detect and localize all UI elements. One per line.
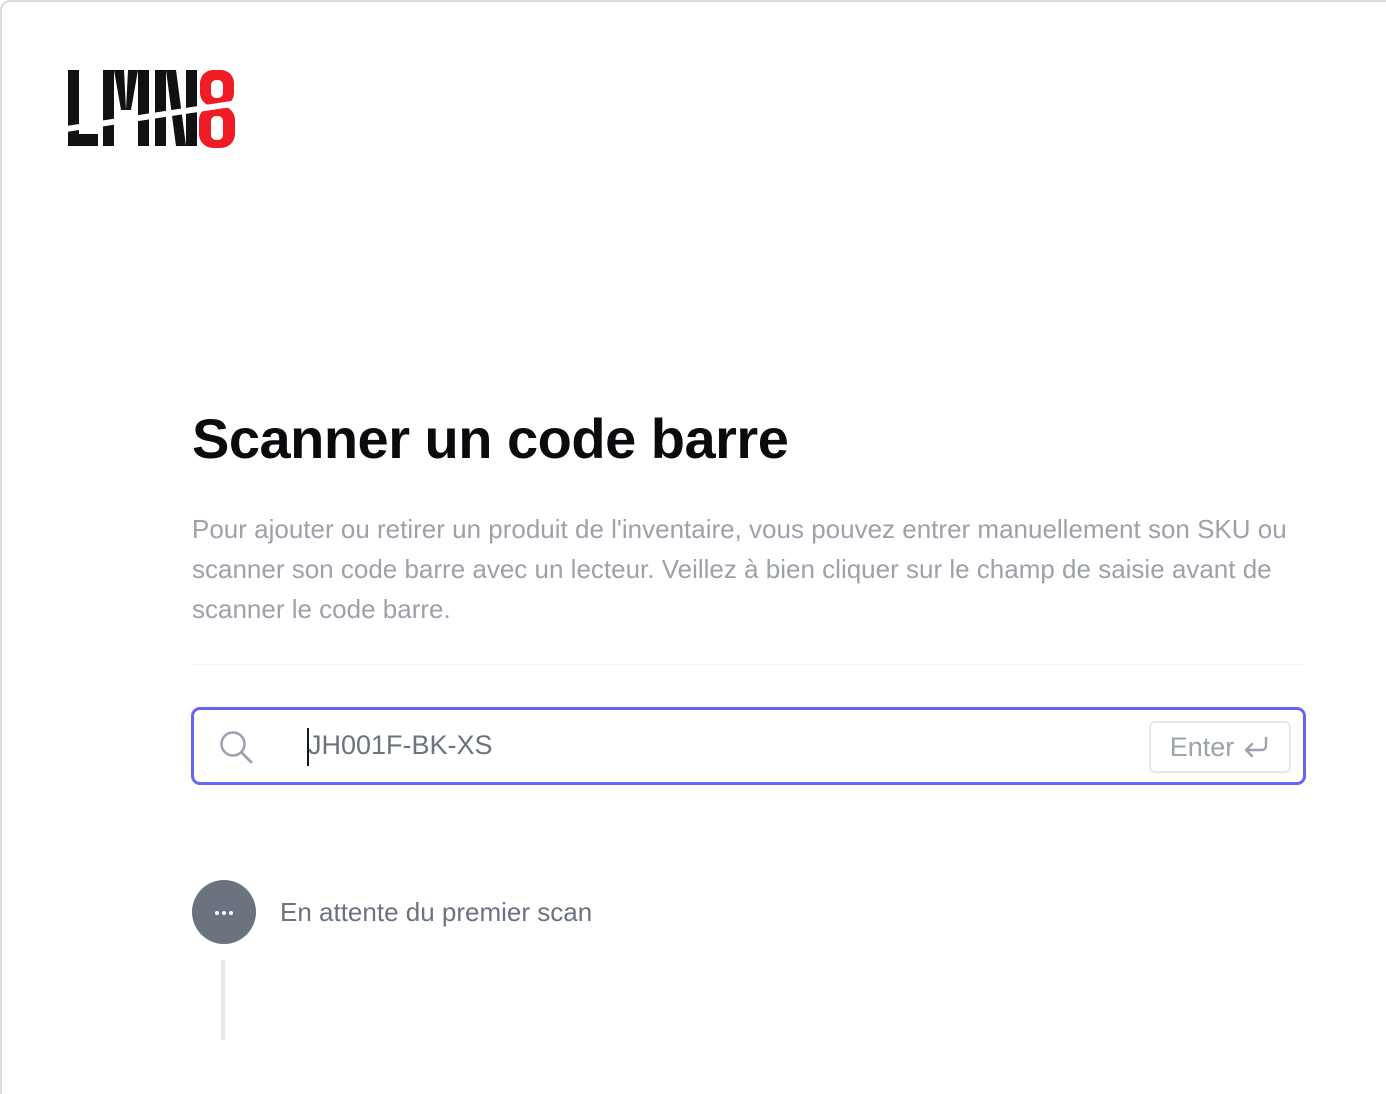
sku-search-field[interactable]: JH001F-BK-XS Enter	[191, 707, 1306, 785]
lmn8-logo[interactable]	[66, 68, 238, 150]
divider	[192, 664, 1305, 665]
timeline-connector	[221, 960, 225, 1040]
status-text: En attente du premier scan	[280, 897, 593, 927]
sku-input-value[interactable]: JH001F-BK-XS	[308, 730, 493, 761]
search-icon	[218, 729, 254, 765]
app-window: Scanner un code barre Pour ajouter ou re…	[0, 0, 1386, 1094]
return-arrow-icon	[1242, 735, 1270, 759]
enter-button[interactable]: Enter	[1149, 721, 1291, 773]
page-title: Scanner un code barre	[192, 407, 789, 470]
page-description: Pour ajouter ou retirer un produit de l'…	[192, 514, 1287, 624]
ellipsis-icon	[214, 903, 234, 921]
enter-button-label: Enter	[1169, 731, 1235, 762]
text-caret	[307, 728, 309, 766]
status-indicator	[192, 880, 256, 944]
